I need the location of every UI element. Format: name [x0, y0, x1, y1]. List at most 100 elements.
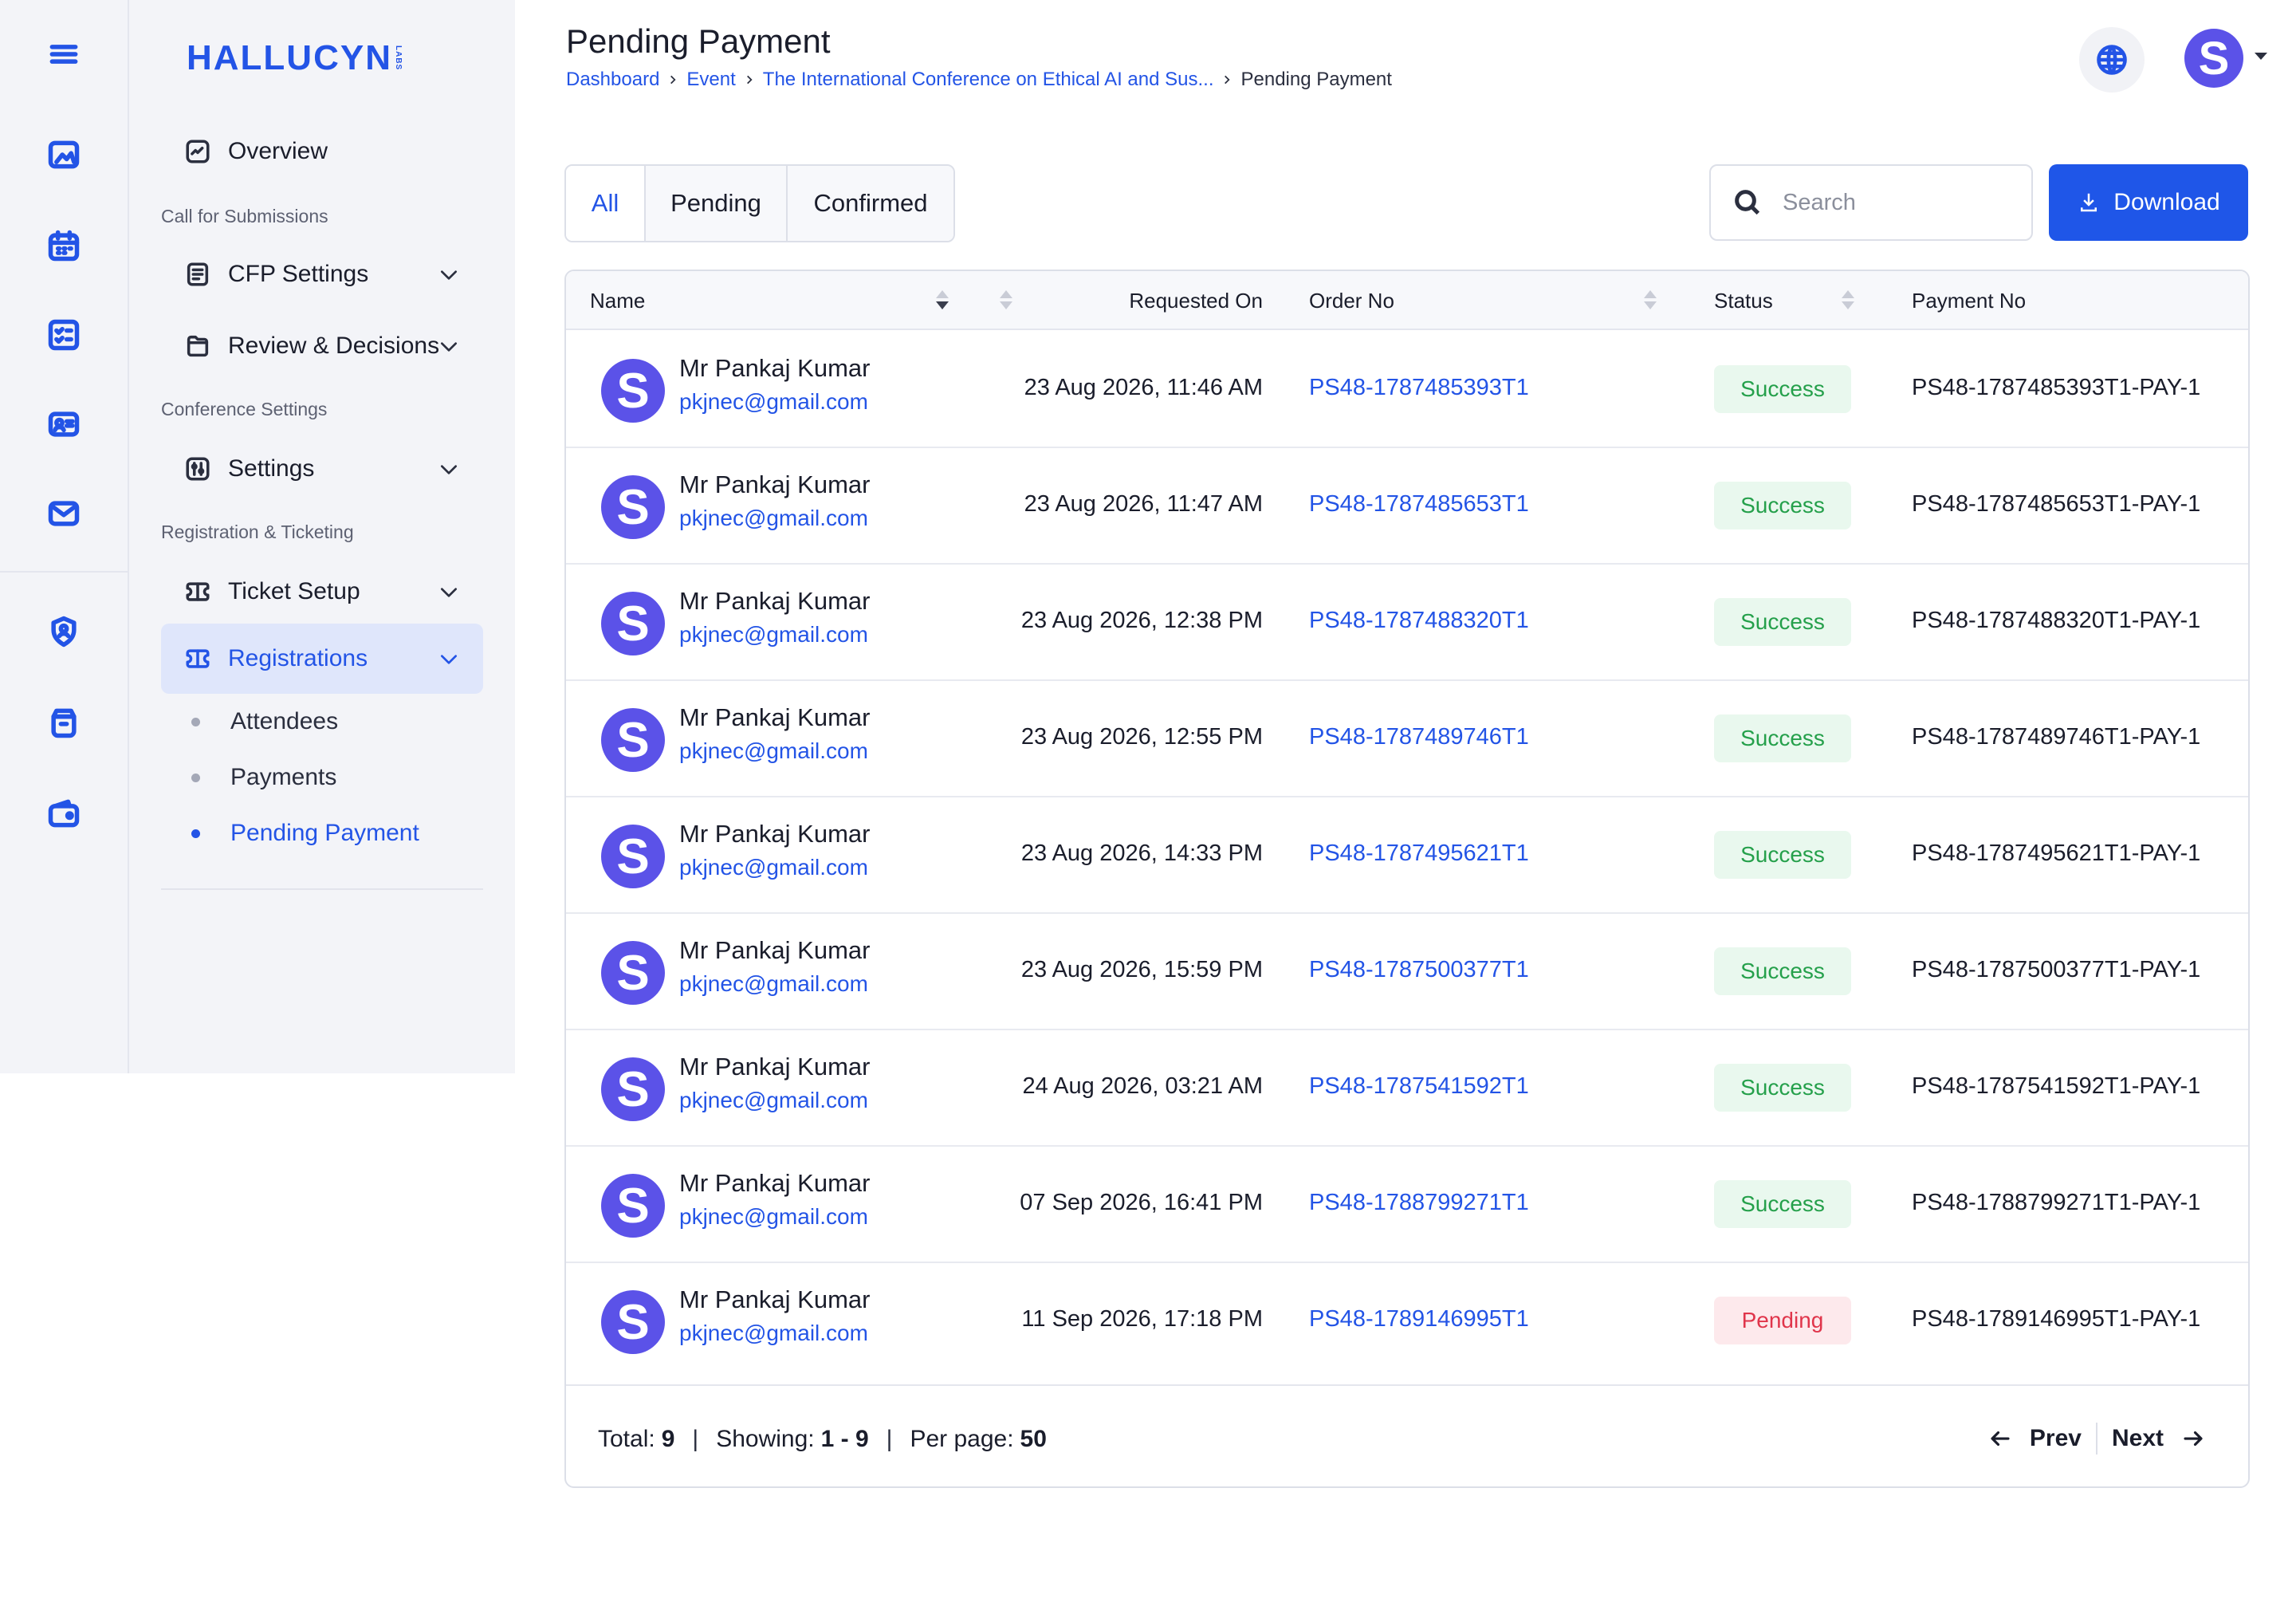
attendee-name: Mr Pankaj Kumar	[679, 703, 871, 731]
pagination-summary: Total: 9 | Showing: 1 - 9 | Per page: 50	[598, 1426, 1047, 1453]
tab-all[interactable]: All	[566, 166, 646, 241]
shield-user-icon[interactable]	[43, 611, 85, 652]
attendee-email[interactable]: pkjnec@gmail.com	[679, 1088, 868, 1113]
wallet-icon[interactable]	[43, 793, 85, 834]
table-row[interactable]: S Mr Pankaj Kumar pkjnec@gmail.com 11 Se…	[566, 1263, 2248, 1380]
table-row[interactable]: S Mr Pankaj Kumar pkjnec@gmail.com 23 Au…	[566, 565, 2248, 681]
sidebar-item-review-decisions[interactable]: Review & Decisions	[161, 311, 483, 381]
table-row[interactable]: S Mr Pankaj Kumar pkjnec@gmail.com 23 Au…	[566, 797, 2248, 914]
order-link[interactable]: PS48-1787485653T1	[1309, 491, 1529, 518]
sidebar-item-overview[interactable]: Overview	[161, 116, 483, 187]
total-count: 9	[661, 1426, 675, 1452]
globe-icon	[2097, 45, 2127, 75]
status-tabs: All Pending Confirmed	[564, 164, 955, 242]
order-link[interactable]: PS48-1789146995T1	[1309, 1306, 1529, 1333]
separator: |	[886, 1426, 893, 1452]
sort-icon[interactable]	[936, 290, 949, 313]
sort-icon[interactable]	[1842, 290, 1854, 313]
image-icon[interactable]	[43, 134, 85, 175]
table-row[interactable]: S Mr Pankaj Kumar pkjnec@gmail.com 23 Au…	[566, 681, 2248, 797]
column-header-requested-on[interactable]: Requested On	[1129, 271, 1263, 330]
download-button[interactable]: Download	[2049, 164, 2248, 241]
attendee-email[interactable]: pkjnec@gmail.com	[679, 1321, 868, 1346]
user-avatar[interactable]: S	[2184, 29, 2243, 88]
arrow-right-icon	[2184, 1431, 2203, 1447]
requested-on: 23 Aug 2026, 14:33 PM	[1020, 840, 1263, 866]
table-row[interactable]: S Mr Pankaj Kumar pkjnec@gmail.com 23 Au…	[566, 914, 2248, 1030]
payment-no: PS48-1787500377T1-PAY-1	[1912, 957, 2201, 982]
caret-down-icon[interactable]	[2255, 53, 2267, 60]
per-page-value[interactable]: 50	[1020, 1426, 1047, 1453]
order-link[interactable]: PS48-1787541592T1	[1309, 1073, 1529, 1100]
attendee-name: Mr Pankaj Kumar	[679, 936, 871, 964]
brand-logo[interactable]: HALLUCYN LABS	[187, 38, 403, 78]
sidebar-item-cfp-settings[interactable]: CFP Settings	[161, 239, 483, 309]
payment-no: PS48-1787485653T1-PAY-1	[1912, 491, 2201, 517]
tab-pending[interactable]: Pending	[646, 166, 788, 241]
sidebar-item-ticket-setup[interactable]: Ticket Setup	[161, 557, 483, 627]
tab-confirmed[interactable]: Confirmed	[788, 166, 953, 241]
order-link[interactable]: PS48-1787495621T1	[1309, 840, 1529, 867]
checklist-icon[interactable]	[43, 314, 85, 356]
table-row[interactable]: S Mr Pankaj Kumar pkjnec@gmail.com 07 Se…	[566, 1147, 2248, 1263]
sidebar-item-registrations[interactable]: Registrations	[161, 624, 483, 694]
attendee-name: Mr Pankaj Kumar	[679, 1169, 871, 1197]
sidebar-item-label: Overview	[228, 138, 328, 164]
table-row[interactable]: S Mr Pankaj Kumar pkjnec@gmail.com 23 Au…	[566, 448, 2248, 565]
prev-button[interactable]: Prev	[1988, 1425, 2082, 1452]
order-link[interactable]: PS48-1787485393T1	[1309, 375, 1529, 401]
payments-table: Name Requested On Order No Status Paymen…	[564, 270, 2250, 1488]
per-page-label: Per page:	[910, 1426, 1014, 1452]
mail-icon[interactable]	[43, 493, 85, 534]
calendar-icon[interactable]	[43, 225, 85, 266]
column-header-order-no[interactable]: Order No	[1309, 271, 1394, 330]
order-link[interactable]: PS48-1787489746T1	[1309, 724, 1529, 750]
payment-no: PS48-1787485393T1-PAY-1	[1912, 375, 2201, 400]
search-icon	[1735, 190, 1760, 215]
brand-suffix: LABS	[393, 45, 403, 71]
status-badge: Success	[1714, 714, 1851, 762]
order-link[interactable]: PS48-1788799271T1	[1309, 1190, 1529, 1216]
order-link[interactable]: PS48-1787488320T1	[1309, 608, 1529, 634]
payment-no: PS48-1787541592T1-PAY-1	[1912, 1073, 2201, 1099]
attendee-name: Mr Pankaj Kumar	[679, 470, 871, 498]
sort-icon[interactable]	[1644, 290, 1657, 313]
brand-name: HALLUCYN	[187, 38, 392, 77]
breadcrumb-conference[interactable]: The International Conference on Ethical …	[763, 69, 1214, 91]
pager-divider	[2095, 1423, 2097, 1455]
order-link[interactable]: PS48-1787500377T1	[1309, 957, 1529, 983]
column-header-status[interactable]: Status	[1714, 271, 1773, 330]
id-card-icon[interactable]	[43, 404, 85, 445]
requested-on: 23 Aug 2026, 15:59 PM	[1020, 957, 1263, 982]
table-row[interactable]: S Mr Pankaj Kumar pkjnec@gmail.com 24 Au…	[566, 1030, 2248, 1147]
table-row[interactable]: S Mr Pankaj Kumar pkjnec@gmail.com 23 Au…	[566, 332, 2248, 448]
breadcrumb-dashboard[interactable]: Dashboard	[566, 69, 659, 91]
archive-icon[interactable]	[43, 702, 85, 743]
search-input[interactable]	[1783, 189, 2022, 216]
payment-no: PS48-1787488320T1-PAY-1	[1912, 608, 2201, 633]
column-header-name[interactable]: Name	[590, 271, 645, 330]
attendee-email[interactable]: pkjnec@gmail.com	[679, 1204, 868, 1230]
attendee-email[interactable]: pkjnec@gmail.com	[679, 389, 868, 415]
language-button[interactable]	[2079, 27, 2145, 93]
breadcrumb-event[interactable]: Event	[686, 69, 735, 91]
attendee-email[interactable]: pkjnec@gmail.com	[679, 738, 868, 764]
sidebar-subitem-pending-payment[interactable]: Pending Payment	[191, 813, 419, 853]
next-button[interactable]: Next	[2112, 1425, 2205, 1452]
menu-icon[interactable]	[43, 33, 85, 75]
avatar: S	[601, 1057, 665, 1121]
attendee-email[interactable]: pkjnec@gmail.com	[679, 855, 868, 880]
sort-icon[interactable]	[1000, 290, 1012, 313]
attendee-email[interactable]: pkjnec@gmail.com	[679, 622, 868, 648]
chevron-down-icon	[438, 265, 459, 285]
column-header-payment-no[interactable]: Payment No	[1912, 271, 2026, 330]
sidebar-item-settings[interactable]: Settings	[161, 434, 483, 504]
rail-divider	[0, 571, 129, 573]
sidebar-subitem-attendees[interactable]: Attendees	[191, 702, 338, 742]
chart-icon	[183, 137, 212, 166]
attendee-email[interactable]: pkjnec@gmail.com	[679, 971, 868, 997]
table-header: Name Requested On Order No Status Paymen…	[566, 271, 2248, 330]
sidebar-subitem-payments[interactable]: Payments	[191, 758, 336, 797]
sidebar-item-label: Review & Decisions	[228, 333, 440, 359]
attendee-email[interactable]: pkjnec@gmail.com	[679, 506, 868, 531]
